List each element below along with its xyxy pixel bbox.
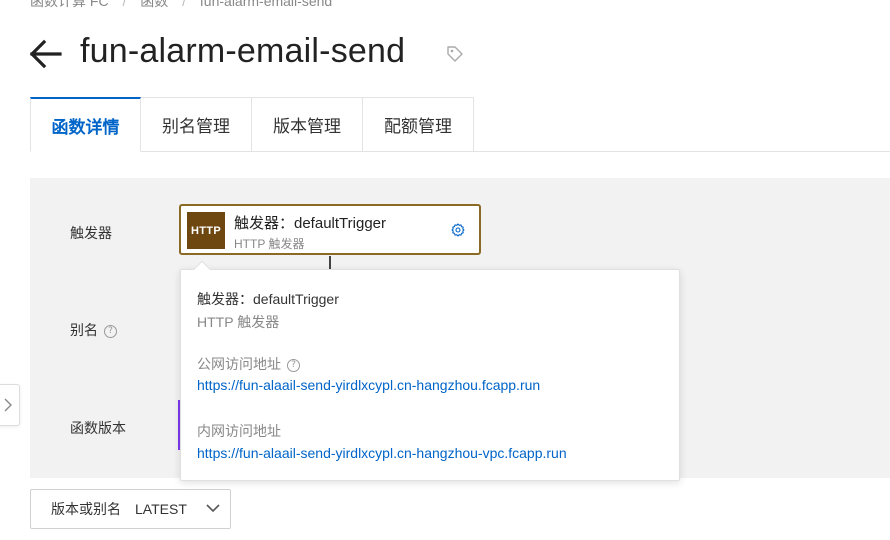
version-row-label: 函数版本	[70, 420, 126, 436]
tag-icon[interactable]	[446, 45, 464, 63]
breadcrumb-separator: /	[182, 0, 187, 9]
arrow-left-icon[interactable]	[28, 38, 64, 70]
alias-label-text: 别名	[70, 322, 98, 338]
private-url-link[interactable]: https://fun-alaail-send-yirdlxcypl.cn-ha…	[197, 445, 567, 461]
http-trigger-icon: HTTP	[187, 212, 225, 249]
gear-icon[interactable]	[451, 223, 465, 237]
breadcrumb-item-current: fun-alarm-email-send	[199, 0, 333, 9]
trigger-name: 触发器：defaultTrigger	[234, 215, 386, 232]
help-icon[interactable]: ?	[287, 358, 300, 372]
tab-function-details[interactable]: 函数详情	[30, 97, 141, 152]
trigger-connector-line	[329, 256, 331, 270]
trigger-popover: 触发器：defaultTrigger HTTP 触发器 公网访问地址? http…	[180, 269, 680, 481]
tab-alias-management[interactable]: 别名管理	[141, 97, 252, 152]
public-url-label-text: 公网访问地址	[197, 356, 281, 372]
alias-row-label: 别名?	[70, 320, 117, 340]
page-title: fun-alarm-email-send	[80, 32, 406, 70]
public-url-link[interactable]: https://fun-alaail-send-yirdlxcypl.cn-ha…	[197, 377, 540, 393]
private-url-label: 内网访问地址	[197, 423, 281, 439]
trigger-card[interactable]: HTTP 触发器：defaultTrigger HTTP 触发器	[179, 204, 481, 255]
trigger-type: HTTP 触发器	[234, 237, 305, 251]
help-icon[interactable]: ?	[104, 324, 117, 338]
tabs-divider	[473, 151, 890, 152]
chevron-down-icon	[206, 504, 220, 513]
popover-title: 触发器：defaultTrigger	[197, 291, 339, 307]
breadcrumb: 函数计算 FC / 函数 / fun-alarm-email-send	[30, 0, 332, 11]
function-tabs: 函数详情 别名管理 版本管理 配额管理	[30, 97, 474, 152]
breadcrumb-item-functions[interactable]: 函数	[140, 0, 168, 9]
popover-subtitle: HTTP 触发器	[197, 314, 280, 330]
sidebar-toggle[interactable]	[0, 384, 20, 426]
breadcrumb-separator: /	[122, 0, 127, 9]
version-alias-select[interactable]: 版本或别名 LATEST	[30, 489, 231, 529]
version-select-value: LATEST	[135, 501, 187, 517]
breadcrumb-item-fc[interactable]: 函数计算 FC	[30, 0, 109, 9]
trigger-row-label: 触发器	[70, 225, 112, 241]
version-select-label: 版本或别名	[51, 501, 121, 517]
tab-quota-management[interactable]: 配额管理	[363, 97, 474, 152]
chevron-right-icon	[4, 398, 12, 412]
tab-version-management[interactable]: 版本管理	[252, 97, 363, 152]
public-url-label: 公网访问地址?	[197, 354, 300, 374]
